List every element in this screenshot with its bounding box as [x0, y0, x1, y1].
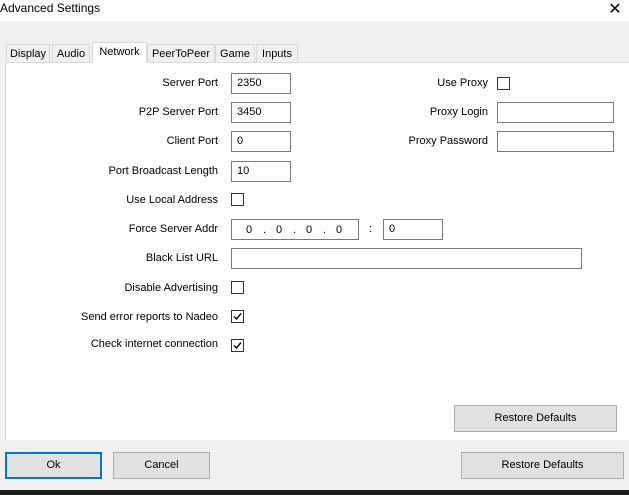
tab-audio[interactable]: Audio [52, 44, 90, 62]
port-broadcast-length-input[interactable]: 10 [231, 161, 291, 182]
use-local-address-label: Use Local Address [126, 194, 218, 206]
ip-octet-2: 0 [276, 224, 283, 236]
check-internet-checkbox[interactable] [231, 339, 244, 352]
force-server-addr-label: Force Server Addr [128, 223, 218, 235]
tab-label: Display [9, 48, 47, 60]
tab-label: Network [99, 46, 140, 58]
tab-label: PeerToPeer [151, 48, 211, 60]
force-server-addr-port-input[interactable]: 0 [383, 219, 443, 240]
checkmark-icon [233, 313, 242, 321]
tab-peertopeer[interactable]: PeerToPeer [147, 44, 215, 62]
cancel-button[interactable]: Cancel [113, 452, 210, 479]
use-proxy-label: Use Proxy [437, 77, 488, 89]
tab-game[interactable]: Game [215, 44, 255, 62]
port-separator: : [369, 223, 373, 235]
ip-dot: . [263, 224, 267, 236]
checkmark-icon [233, 342, 242, 350]
restore-defaults-tab-button[interactable]: Restore Defaults [454, 405, 617, 432]
send-error-reports-label: Send error reports to Nadeo [81, 311, 218, 323]
p2p-server-port-label: P2P Server Port [138, 106, 218, 118]
ip-octet-1: 0 [246, 224, 253, 236]
ip-dot: . [323, 224, 327, 236]
check-internet-label: Check internet connection [90, 338, 218, 350]
tab-label: Audio [56, 48, 86, 60]
tab-label: Game [220, 48, 250, 60]
client-port-input[interactable]: 0 [231, 131, 291, 152]
proxy-login-label: Proxy Login [429, 106, 488, 118]
taskbar-edge [0, 490, 629, 495]
send-error-reports-checkbox[interactable] [231, 310, 244, 323]
server-port-input[interactable]: 2350 [231, 73, 291, 94]
disable-advertising-checkbox[interactable] [231, 281, 244, 294]
port-broadcast-length-label: Port Broadcast Length [108, 165, 218, 177]
use-proxy-checkbox[interactable] [497, 77, 510, 90]
tab-display[interactable]: Display [6, 44, 50, 62]
force-server-addr-ip-input[interactable]: 0 . 0 . 0 . 0 [231, 219, 359, 240]
restore-defaults-tab-label: Restore Defaults [494, 412, 577, 424]
proxy-login-input[interactable] [497, 102, 614, 123]
tab-network[interactable]: Network [92, 42, 147, 63]
black-list-url-label: Black List URL [145, 252, 218, 264]
close-icon[interactable]: ✕ [605, 1, 625, 19]
black-list-url-input[interactable] [231, 248, 582, 269]
window-title: Advanced Settings [0, 1, 101, 15]
p2p-server-port-input[interactable]: 3450 [231, 102, 291, 123]
cancel-label: Cancel [144, 459, 179, 471]
ok-label: Ok [46, 459, 61, 471]
proxy-password-input[interactable] [497, 131, 614, 152]
restore-defaults-label: Restore Defaults [501, 459, 584, 471]
ok-button[interactable]: Ok [5, 452, 102, 479]
tab-label: Inputs [262, 48, 292, 60]
proxy-password-label: Proxy Password [408, 135, 488, 147]
restore-defaults-button[interactable]: Restore Defaults [461, 452, 624, 479]
ip-octet-3: 0 [306, 224, 313, 236]
ip-octet-4: 0 [336, 224, 343, 236]
use-local-address-checkbox[interactable] [231, 193, 244, 206]
tab-inputs[interactable]: Inputs [256, 44, 298, 62]
disable-advertising-label: Disable Advertising [124, 282, 218, 294]
server-port-label: Server Port [162, 77, 218, 89]
ip-dot: . [293, 224, 297, 236]
title-bar: Advanced Settings ✕ [0, 0, 629, 21]
client-port-label: Client Port [166, 135, 218, 147]
